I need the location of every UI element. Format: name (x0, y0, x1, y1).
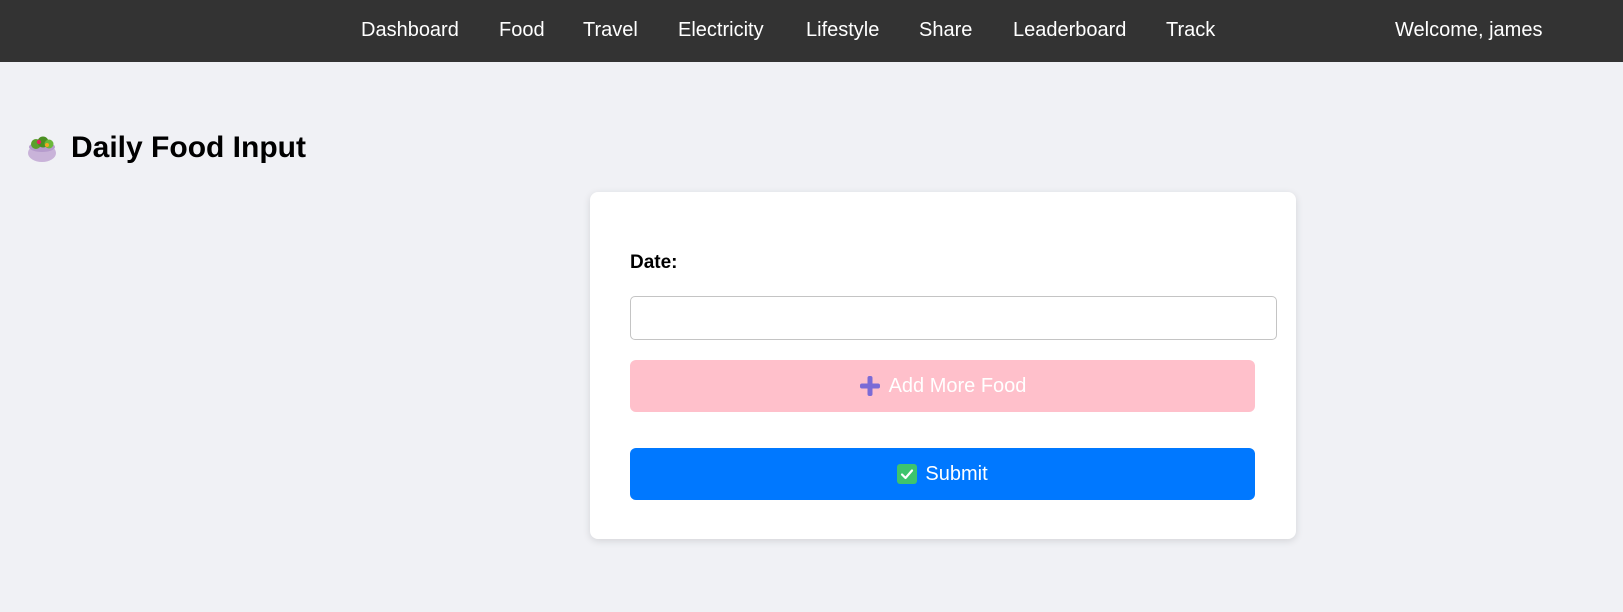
date-label: Date: (630, 252, 678, 273)
check-icon (897, 464, 918, 484)
date-row: Date: (630, 252, 684, 274)
nav-item-track[interactable]: Track (1166, 0, 1215, 62)
nav-item-leaderboard[interactable]: Leaderboard (1013, 0, 1126, 62)
submit-label: Submit (925, 462, 988, 485)
nav-item-electricity[interactable]: Electricity (678, 0, 764, 62)
page-title: Daily Food Input (71, 131, 306, 164)
nav-item-lifestyle[interactable]: Lifestyle (806, 0, 879, 62)
nav-item-food[interactable]: Food (499, 0, 545, 62)
add-more-food-label: Add More Food (888, 374, 1027, 397)
salad-bowl-icon (27, 132, 57, 164)
nav-item-dashboard[interactable]: Dashboard (361, 0, 459, 62)
food-form-card: Date: Add More Food Submit (590, 192, 1296, 539)
plus-icon (859, 375, 881, 397)
welcome-message: Welcome, james (1395, 19, 1543, 41)
submit-button[interactable]: Submit (630, 448, 1255, 500)
food-input[interactable] (630, 296, 1277, 340)
page-title-row: Daily Food Input (27, 126, 306, 170)
add-more-food-button[interactable]: Add More Food (630, 360, 1255, 412)
nav-item-travel[interactable]: Travel (583, 0, 638, 62)
top-navbar: Dashboard Food Travel Electricity Lifest… (0, 0, 1623, 62)
nav-item-share[interactable]: Share (919, 0, 972, 62)
